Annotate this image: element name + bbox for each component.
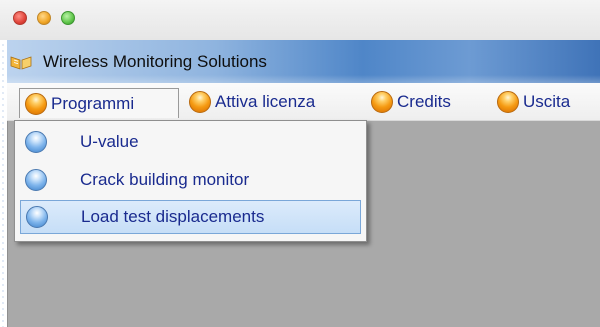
menu-credits[interactable]: Credits xyxy=(371,88,451,116)
dropdown-item-u-value[interactable]: U-value xyxy=(20,125,361,159)
app-logo-icon xyxy=(10,56,32,70)
menu-uscita-label: Uscita xyxy=(523,92,571,111)
menu-programmi[interactable]: Programmi xyxy=(19,88,179,118)
window-chrome xyxy=(0,0,600,40)
dropdown-item-load-test-displacements[interactable]: Load test displacements xyxy=(20,200,361,234)
orange-orb-icon xyxy=(497,91,519,113)
app-screen: Wireless Monitoring Solutions Programmi … xyxy=(0,0,600,327)
dropdown-item-label: U-value xyxy=(80,132,139,151)
blue-orb-icon xyxy=(25,131,47,153)
dropdown-item-crack-building-monitor[interactable]: Crack building monitor xyxy=(20,163,361,197)
dropdown-item-label: Load test displacements xyxy=(81,207,265,226)
menu-uscita[interactable]: Uscita xyxy=(497,88,570,116)
blue-orb-icon xyxy=(25,169,47,191)
orange-orb-icon xyxy=(189,91,211,113)
orange-orb-icon xyxy=(25,92,47,115)
minimize-window-button[interactable] xyxy=(37,11,51,25)
orange-orb-icon xyxy=(371,91,393,113)
menu-attiva-licenza-label: Attiva licenza xyxy=(215,92,316,111)
close-window-button[interactable] xyxy=(13,11,27,25)
menu-programmi-label: Programmi xyxy=(51,93,135,113)
menu-credits-label: Credits xyxy=(397,92,451,111)
window-title: Wireless Monitoring Solutions xyxy=(43,52,267,71)
title-bar: Wireless Monitoring Solutions xyxy=(7,40,600,83)
maximize-window-button[interactable] xyxy=(61,11,75,25)
menu-bar: Programmi Attiva licenza Credits Uscita xyxy=(7,83,600,121)
blue-orb-icon xyxy=(26,206,48,228)
programmi-dropdown-menu: U-value Crack building monitor Load test… xyxy=(14,120,367,242)
dropdown-item-label: Crack building monitor xyxy=(80,170,250,189)
menu-attiva-licenza[interactable]: Attiva licenza xyxy=(189,88,315,116)
